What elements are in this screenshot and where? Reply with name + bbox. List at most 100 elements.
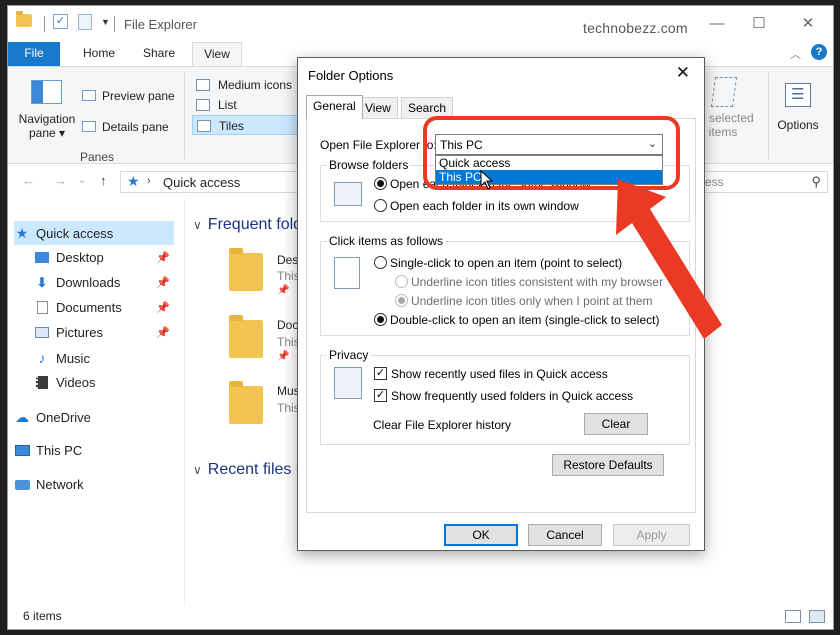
own-window-radio[interactable] xyxy=(374,199,387,212)
ok-button[interactable]: OK xyxy=(444,524,518,546)
navigation-pane: ★Quick access Desktop📌 ⬇ Downloads 📌 Docum… xyxy=(8,211,183,601)
dialog-title: Folder Options xyxy=(308,68,393,83)
panes-group-label: Panes xyxy=(80,150,114,164)
single-click-radio[interactable] xyxy=(374,256,387,269)
double-click-radio[interactable] xyxy=(374,313,387,326)
status-bar: 6 items xyxy=(8,605,833,629)
properties-icon[interactable]: ✓ xyxy=(53,14,68,29)
nav-item-this-pc[interactable]: This PC xyxy=(14,439,174,463)
back-button[interactable]: ← xyxy=(22,173,35,188)
folder-icon[interactable] xyxy=(229,253,263,291)
nav-label: OneDrive xyxy=(36,410,91,425)
pin-icon: 📌 xyxy=(277,285,289,296)
close-button[interactable]: ✕ xyxy=(793,14,823,34)
chevron-right-icon[interactable]: › xyxy=(147,175,151,187)
mouse-cursor-icon xyxy=(480,170,494,190)
help-icon[interactable]: ? xyxy=(811,44,827,60)
large-icons-view-icon[interactable] xyxy=(809,610,825,623)
pin-icon: 📌 xyxy=(156,321,170,345)
tab-general[interactable]: General xyxy=(306,95,363,119)
single-click-label[interactable]: Single-click to open an item (point to s… xyxy=(390,256,622,270)
music-note-icon: ♪ xyxy=(34,346,50,370)
nav-item-music[interactable]: ♪ Music xyxy=(34,346,174,370)
group-title: Frequent folde xyxy=(208,216,311,233)
privacy-clock-illustration xyxy=(334,367,362,399)
window-title: File Explorer xyxy=(124,17,197,32)
clear-button[interactable]: Clear xyxy=(584,413,648,435)
search-icon[interactable]: ⚲ xyxy=(811,174,821,190)
frequent-folders-checkbox[interactable]: ✓ xyxy=(374,389,387,402)
restore-defaults-button[interactable]: Restore Defaults xyxy=(552,454,664,476)
download-arrow-icon: ⬇ xyxy=(34,271,50,295)
new-folder-icon[interactable] xyxy=(78,14,92,30)
up-button[interactable]: ↑ xyxy=(100,173,107,188)
tab-view[interactable]: View xyxy=(192,42,242,66)
preview-pane-label: Preview pane xyxy=(102,89,175,103)
layout-medium-icons[interactable]: Medium icons xyxy=(192,75,302,95)
nav-label: Downloads xyxy=(56,275,120,290)
nav-item-network[interactable]: Network xyxy=(14,473,174,497)
dialog-close-button[interactable]: ✕ xyxy=(676,63,690,83)
nav-label: Music xyxy=(56,351,90,366)
list-icon xyxy=(196,99,210,111)
layout-list[interactable]: List xyxy=(192,95,302,115)
nav-label: Quick access xyxy=(36,226,113,241)
apply-button[interactable]: Apply xyxy=(613,524,690,546)
frequent-folders-header[interactable]: ∨Frequent folde xyxy=(193,216,311,234)
underline-consistent-radio[interactable] xyxy=(395,275,408,288)
forward-button[interactable]: → xyxy=(54,173,67,188)
details-view-icon[interactable] xyxy=(785,610,801,623)
recent-locations-icon[interactable]: ⌄ xyxy=(78,175,86,186)
recent-files-checkbox[interactable]: ✓ xyxy=(374,367,387,380)
tab-share[interactable]: Share xyxy=(134,42,184,66)
options-button[interactable]: Options xyxy=(773,118,823,132)
customize-toolbar-icon[interactable]: ▼ xyxy=(101,17,110,27)
folder-icon xyxy=(16,14,32,27)
layout-tiles[interactable]: Tiles xyxy=(192,115,302,135)
tab-search[interactable]: Search xyxy=(401,97,453,118)
layout-label: List xyxy=(218,98,237,112)
hide-selected-icon[interactable] xyxy=(711,77,737,107)
pictures-icon xyxy=(35,327,49,338)
cancel-button[interactable]: Cancel xyxy=(528,524,602,546)
tab-view[interactable]: View xyxy=(358,97,398,118)
browse-folders-illustration xyxy=(334,182,362,206)
underline-point-radio[interactable] xyxy=(395,294,408,307)
options-icon[interactable] xyxy=(785,83,811,107)
pointer-click-illustration xyxy=(334,257,360,289)
address-path[interactable]: Quick access xyxy=(163,175,240,190)
network-icon xyxy=(15,480,30,490)
tab-home[interactable]: Home xyxy=(70,42,128,66)
nav-item-onedrive[interactable]: ☁ OneDrive xyxy=(14,405,174,429)
pin-icon: 📌 xyxy=(277,351,289,362)
nav-item-quick-access[interactable]: ★Quick access xyxy=(14,221,174,245)
layout-label: Medium icons xyxy=(218,78,292,92)
nav-item-pictures[interactable]: Pictures📌 xyxy=(34,321,174,345)
navigation-pane-button[interactable]: Navigation pane ▾ xyxy=(16,112,78,140)
cloud-icon: ☁ xyxy=(14,405,30,429)
item-count: 6 items xyxy=(23,609,62,623)
folder-icon[interactable] xyxy=(229,320,263,358)
minimize-ribbon-icon[interactable]: ︿ xyxy=(790,46,801,62)
same-window-radio[interactable] xyxy=(374,177,387,190)
tab-file[interactable]: File xyxy=(8,42,60,66)
nav-item-videos[interactable]: Videos xyxy=(34,371,174,395)
folder-icon[interactable] xyxy=(229,386,263,424)
star-icon: ★ xyxy=(127,173,140,190)
clear-history-label: Clear File Explorer history xyxy=(373,418,511,432)
recent-files-label[interactable]: Show recently used files in Quick access xyxy=(391,367,608,381)
navigation-pane-icon[interactable] xyxy=(31,80,62,104)
film-icon xyxy=(36,376,48,389)
divider xyxy=(768,73,769,159)
frequent-folders-label[interactable]: Show frequently used folders in Quick ac… xyxy=(391,389,633,403)
nav-item-downloads[interactable]: ⬇Downloads📌 xyxy=(34,271,174,295)
preview-pane-button[interactable]: Preview pane xyxy=(82,89,175,103)
minimize-button[interactable]: — xyxy=(702,14,732,34)
maximize-button[interactable]: ☐ xyxy=(744,14,774,34)
details-pane-button[interactable]: Details pane xyxy=(82,120,169,134)
nav-item-desktop[interactable]: Desktop📌 xyxy=(34,246,174,270)
title-bar: ✓ ▼ File Explorer technobezz.com — ☐ ✕ xyxy=(8,6,833,42)
recent-files-header[interactable]: ∨Recent files (0 xyxy=(193,461,310,479)
nav-item-documents[interactable]: Documents📌 xyxy=(34,296,174,320)
own-window-label[interactable]: Open each folder in its own window xyxy=(390,199,579,213)
